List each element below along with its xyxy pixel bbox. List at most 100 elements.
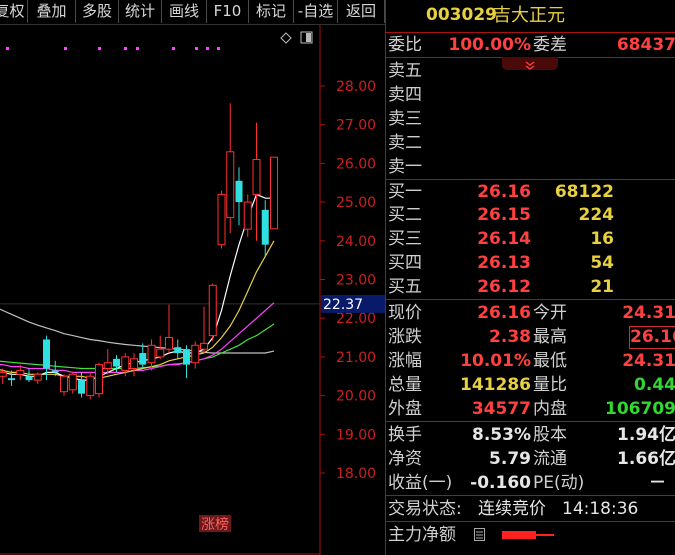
indicator-dot (217, 47, 220, 50)
quote-value: 24.31 (622, 303, 675, 323)
toolbar-f10-button[interactable]: F10 (207, 0, 249, 23)
quote-value: 34577 (471, 399, 531, 419)
fin-value: 1.94亿 (617, 425, 675, 445)
weibi-label: 委比 (388, 35, 422, 55)
buy-price: 26.12 (477, 277, 531, 297)
buy-price: 26.13 (477, 253, 531, 273)
candle-body (60, 375, 68, 393)
quote-row-zhangfu: 涨幅 10.01% 最低 24.31 (386, 350, 675, 373)
sell-label: 卖一 (388, 157, 422, 177)
weicha-label: 委差 (533, 35, 567, 55)
indicator-dot (98, 47, 101, 50)
candle-body (208, 284, 217, 337)
ma5-line (0, 193, 274, 381)
weibi-value: 100.00% (448, 35, 531, 55)
rank-badge: 涨榜 (201, 516, 229, 533)
quote-value: 10.01% (460, 351, 531, 371)
quote-value: 2.38 (489, 327, 531, 347)
indicator-dot (64, 47, 67, 50)
toolbar-zixuan-button[interactable]: -自选 (294, 0, 338, 23)
buy-row-2: 买二 26.15 224 (386, 204, 675, 227)
status-row: 交易状态: 连续竞价 14:18:36 (386, 498, 675, 521)
sell-label: 卖五 (388, 61, 422, 81)
stock-header: 003029 吉大正元 (386, 4, 675, 30)
indicator-dot (6, 47, 9, 50)
indicator-dot (195, 47, 198, 50)
weicha-value: 68437 (616, 35, 675, 55)
price-tick-label: 26.00 (336, 156, 376, 172)
candle-body (16, 369, 25, 375)
fin-value: -0.160 (470, 473, 531, 493)
main-force-bar (502, 531, 536, 539)
toolbar-fuquan-button[interactable]: 复权 (0, 0, 28, 23)
toolbar-biaoji-button[interactable]: 标记 (249, 0, 294, 23)
toolbar-diejia-button[interactable]: 叠加 (28, 0, 76, 23)
indicator-dot (136, 47, 139, 50)
ma60-line (0, 308, 275, 354)
list-icon[interactable] (474, 528, 485, 541)
quote-value: 0.44 (634, 375, 675, 395)
candle-body (191, 344, 200, 364)
fin-label: 净资 (388, 449, 422, 469)
fin-row-jingzi: 净资 5.79 流通 1.66亿 (386, 448, 675, 471)
toolbar-huaxian-button[interactable]: 画线 (162, 0, 207, 23)
toolbar-duogu-button[interactable]: 多股 (76, 0, 119, 23)
quote-value: 141286 (460, 375, 531, 395)
quote-label: 最低 (533, 351, 567, 371)
price-tick-label: 25.00 (336, 195, 376, 211)
candle-body (86, 375, 95, 397)
candle-body (103, 362, 112, 370)
quote-label: 量比 (533, 375, 567, 395)
candle-body (165, 337, 173, 350)
candle-body (174, 347, 182, 354)
indicator-dot (124, 47, 127, 50)
fin-value: 8.53% (472, 425, 531, 445)
candle-body (235, 180, 243, 203)
candle-body (121, 356, 130, 371)
main-force-bar-tail (536, 534, 554, 536)
price-tick-label: 18.00 (336, 466, 376, 482)
quote-label: 总量 (388, 375, 422, 395)
price-tick-label: 20.00 (336, 389, 376, 405)
fin-label: PE(动) (533, 473, 585, 493)
window-icon-pane (306, 33, 311, 42)
candle-body (200, 342, 208, 350)
candle-body (226, 151, 235, 219)
toolbar: 复权 叠加 多股 统计 画线 F10 标记 -自选 返回 (0, 0, 385, 25)
quote-row-waipan: 外盘 34577 内盘 106709 (386, 398, 675, 421)
buy-label: 买三 (388, 229, 422, 249)
diamond-icon (280, 32, 292, 44)
buy-volume: 54 (590, 253, 614, 273)
candle-body (243, 201, 252, 230)
quote-label: 涨跌 (388, 327, 422, 347)
candle-body (252, 159, 261, 195)
candle-body (78, 380, 85, 394)
quote-label: 内盘 (533, 399, 567, 419)
candle-body (68, 373, 77, 391)
sell-row-2: 卖二 (386, 132, 675, 155)
toolbar-fanhui-button[interactable]: 返回 (338, 0, 385, 23)
price-tick-label: 24.00 (336, 234, 376, 250)
kline-chart-svg: 28.00 27.00 26.00 25.00 24.00 23.00 22.00 21.00… (0, 25, 385, 555)
quote-value: 106709 (605, 399, 675, 419)
price-tick-label: 21.00 (336, 350, 376, 366)
main-force-row[interactable]: 主力净额 (386, 524, 675, 547)
sell-label: 卖三 (388, 109, 422, 129)
cursor-price-label: 22.37 (323, 297, 363, 313)
indicator-dot (172, 47, 175, 50)
candle-body (147, 344, 156, 364)
buy-volume: 224 (578, 205, 615, 225)
buy-row-5: 买五 26.12 21 (386, 276, 675, 299)
toolbar-tongji-button[interactable]: 统计 (119, 0, 162, 23)
fin-label: 股本 (533, 425, 567, 445)
quote-label: 外盘 (388, 399, 422, 419)
candle-body (0, 371, 7, 377)
fin-label: 收益(一) (388, 473, 453, 493)
price-tick-label: 23.00 (336, 273, 376, 289)
candle-body (95, 364, 103, 395)
stock-name: 吉大正元 (493, 5, 565, 26)
stock-code: 003029 (426, 5, 497, 25)
kline-chart[interactable]: 28.00 27.00 26.00 25.00 24.00 23.00 22.00 21.00… (0, 25, 385, 555)
fin-label: 流通 (533, 449, 567, 469)
candle-body (43, 339, 50, 369)
